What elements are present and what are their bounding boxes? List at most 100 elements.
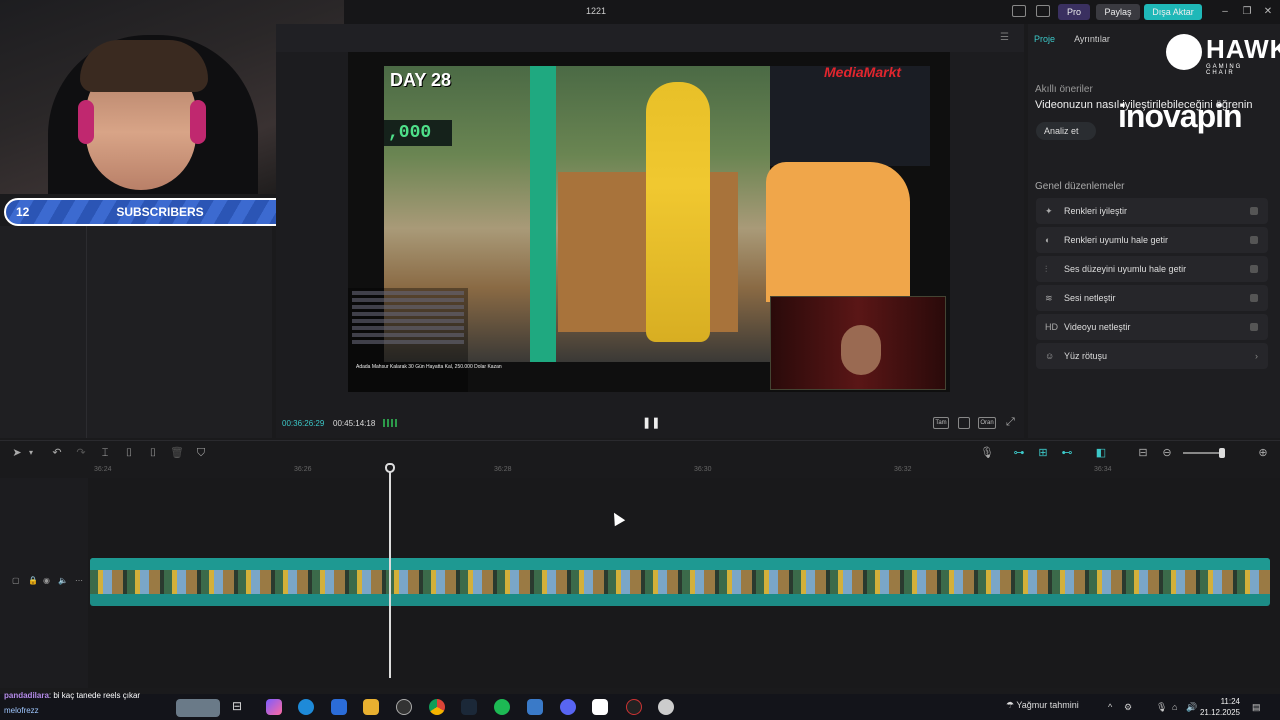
- trim-right-icon[interactable]: ⌷: [146, 446, 160, 460]
- close-icon[interactable]: ✕: [1259, 4, 1277, 20]
- speaker-icon[interactable]: 🔈: [58, 576, 68, 585]
- weather-widget[interactable]: ☂ Yağmur tahmini: [1006, 700, 1079, 711]
- video-preview[interactable]: DAY 28 MediaMarkt ,000 Adada Mahsur Kala…: [348, 52, 950, 392]
- select-tool-icon[interactable]: ➤: [10, 446, 24, 460]
- zoom-out-icon[interactable]: ⊖: [1160, 446, 1174, 460]
- more-icon[interactable]: ⋯: [75, 576, 83, 585]
- split-icon[interactable]: ⌶: [98, 446, 112, 460]
- chat-line: [352, 312, 464, 316]
- minimize-icon[interactable]: –: [1216, 4, 1234, 20]
- share-button[interactable]: Paylaş: [1096, 4, 1140, 20]
- subscriber-goal-bar: 12 SUBSCRIBERS 10: [4, 198, 316, 226]
- crop-icon[interactable]: [958, 417, 970, 429]
- export-label: Dışa Aktar: [1152, 7, 1194, 17]
- tray-chevron-icon[interactable]: ^: [1108, 702, 1112, 712]
- zoom-slider[interactable]: [1183, 452, 1223, 454]
- headset-left: [78, 100, 94, 144]
- folder-icon[interactable]: [363, 699, 379, 715]
- store-icon[interactable]: [331, 699, 347, 715]
- obs-icon[interactable]: [626, 699, 642, 715]
- edit-normalize-volume[interactable]: ⫶ Ses düzeyini uyumlu hale getir: [1036, 256, 1268, 282]
- menu-icon[interactable]: ☰: [1000, 32, 1009, 43]
- edit-label: Sesi netleştir: [1064, 293, 1116, 303]
- toggle[interactable]: [1250, 323, 1258, 331]
- shield-icon[interactable]: [658, 699, 674, 715]
- notification-icon[interactable]: ▤: [1252, 702, 1261, 713]
- caption-icon[interactable]: ⊟: [1136, 446, 1150, 460]
- timeline-ruler[interactable]: [0, 464, 1280, 478]
- task-view-icon[interactable]: ⊟: [232, 699, 248, 715]
- ratio-button[interactable]: Oran: [978, 417, 996, 429]
- copilot-icon[interactable]: [266, 699, 282, 715]
- lock-icon[interactable]: 🔒: [28, 576, 38, 585]
- steam-icon[interactable]: [461, 699, 477, 715]
- chat-line: [352, 298, 464, 302]
- playhead-handle[interactable]: [385, 463, 395, 473]
- edge-icon[interactable]: [298, 699, 314, 715]
- edit-face-retouch[interactable]: ☺ Yüz rötuşu ›: [1036, 343, 1268, 369]
- toggle[interactable]: [1250, 236, 1258, 244]
- auto-snap-icon[interactable]: ◧: [1094, 446, 1108, 460]
- pro-button[interactable]: Pro: [1058, 4, 1090, 20]
- edit-enhance-colors[interactable]: ✦ Renkleri iyileştir: [1036, 198, 1268, 224]
- chat-line: [352, 319, 464, 323]
- eye-icon[interactable]: ◉: [43, 576, 50, 585]
- chat-message: melofrezz: [4, 706, 39, 715]
- ruler-tick: 36:26: [294, 466, 312, 473]
- edit-label: Ses düzeyini uyumlu hale getir: [1064, 264, 1187, 274]
- tab-project[interactable]: Proje: [1034, 34, 1055, 44]
- analyze-label: Analiz et: [1044, 126, 1079, 136]
- spotify-icon[interactable]: [494, 699, 510, 715]
- task-preview-thumbnail[interactable]: [176, 699, 220, 717]
- chat-line: [352, 326, 464, 330]
- track-cover-icon[interactable]: ▢: [12, 576, 20, 585]
- video-clip[interactable]: [90, 558, 1270, 606]
- undo-icon[interactable]: ↶: [50, 446, 64, 460]
- pause-button[interactable]: ❚❚: [642, 416, 660, 430]
- delete-icon[interactable]: 🗑: [170, 446, 184, 460]
- xbox-icon[interactable]: [396, 699, 412, 715]
- marker-icon[interactable]: ⛉: [194, 446, 208, 460]
- export-button[interactable]: Dışa Aktar: [1144, 4, 1202, 20]
- magnet-icon[interactable]: ⊶: [1012, 446, 1026, 460]
- network-icon[interactable]: ⌂: [1172, 702, 1177, 712]
- maximize-icon[interactable]: ❐: [1238, 4, 1256, 20]
- microphone-icon[interactable]: 🎙: [980, 446, 994, 460]
- shortcut-icon[interactable]: [1036, 5, 1050, 17]
- toggle[interactable]: [1250, 265, 1258, 273]
- expand-icon[interactable]: ⤢: [1006, 416, 1015, 429]
- pro-label: Pro: [1066, 7, 1081, 17]
- linkage-icon[interactable]: ⊞: [1036, 446, 1050, 460]
- fullscreen-fit-button[interactable]: Tam: [933, 417, 949, 429]
- subscriber-label: SUBSCRIBERS: [116, 205, 204, 219]
- chrome-icon[interactable]: [429, 699, 445, 715]
- media-panel: [0, 226, 272, 438]
- pip-face: [841, 325, 881, 375]
- chevron-down-icon[interactable]: ▾: [24, 446, 38, 460]
- playhead[interactable]: [389, 463, 391, 678]
- layout-icon[interactable]: [1012, 5, 1026, 17]
- zoom-slider-handle[interactable]: [1219, 448, 1225, 458]
- preview-header: [276, 24, 1024, 52]
- edit-sharpen-video[interactable]: HD Videoyu netleştir: [1036, 314, 1268, 340]
- edit-clarify-audio[interactable]: ≋ Sesi netleştir: [1036, 285, 1268, 311]
- timeline-toolbar: [0, 440, 1280, 464]
- mic-tray-icon[interactable]: 🎙: [1156, 702, 1167, 713]
- app-icon[interactable]: [527, 699, 543, 715]
- tab-details[interactable]: Ayrıntılar: [1074, 34, 1110, 44]
- clock-date: 21.12.2025: [1199, 708, 1240, 717]
- tray-apps-icon[interactable]: ⚙: [1124, 702, 1132, 713]
- trim-left-icon[interactable]: ⌷: [122, 446, 136, 460]
- toggle[interactable]: [1250, 207, 1258, 215]
- discord-icon[interactable]: [560, 699, 576, 715]
- edit-match-colors[interactable]: ◐ Renkleri uyumlu hale getir: [1036, 227, 1268, 253]
- redo-icon[interactable]: ↷: [74, 446, 88, 460]
- preview-axis-icon[interactable]: ⊷: [1060, 446, 1074, 460]
- yellow-figure: [646, 82, 710, 342]
- system-clock[interactable]: 11:24 21.12.2025: [1196, 696, 1240, 718]
- analyze-button[interactable]: Analiz et: [1036, 122, 1096, 140]
- toggle[interactable]: [1250, 294, 1258, 302]
- zoom-in-icon[interactable]: ⊕: [1256, 446, 1270, 460]
- capcut-icon[interactable]: [592, 699, 608, 715]
- streamer-hair: [80, 40, 208, 92]
